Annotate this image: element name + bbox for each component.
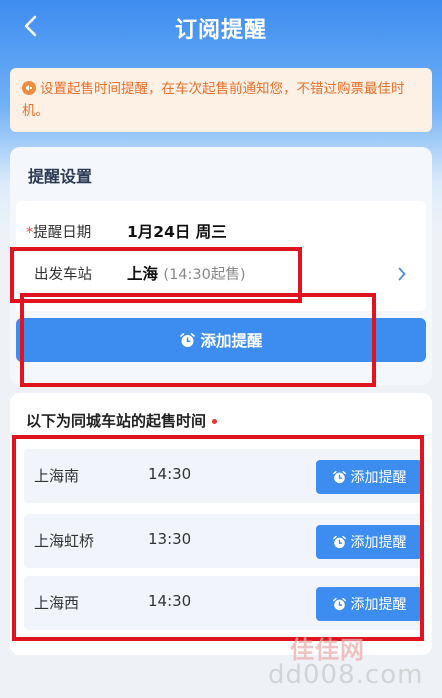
station-name: 上海南 — [34, 467, 80, 485]
station-time: 14:30 — [148, 465, 192, 483]
settings-box: *提醒日期 1月24日 周三 出发车站 上海 (14:30起售) — [16, 201, 426, 311]
add-reminder-button[interactable]: 添加提醒 — [316, 460, 422, 494]
watermark-line2: dd008.com — [268, 660, 424, 690]
same-city-title: 以下为同城车站的起售时间 — [26, 410, 218, 431]
add-reminder-label: 添加提醒 — [350, 470, 407, 486]
red-dot — [212, 419, 218, 424]
watermark: 佳佳网 dd008.com — [262, 630, 438, 692]
add-reminder-label: 添加提醒 — [350, 597, 407, 613]
station-value-wrap[interactable]: 上海 (14:30起售) — [127, 262, 246, 284]
add-reminder-label: 添加提醒 — [200, 332, 263, 350]
megaphone-icon — [22, 81, 36, 95]
station-sale-time: (14:30起售) — [163, 267, 246, 283]
same-city-card: 以下为同城车站的起售时间 上海南 14:30 添加提醒 上海虹桥 13:30 添… — [10, 393, 432, 655]
date-value[interactable]: 1月24日 周三 — [127, 220, 227, 242]
same-city-title-text: 以下为同城车站的起售时间 — [26, 412, 207, 430]
station-name: 上海虹桥 — [34, 532, 95, 550]
add-reminder-button[interactable]: 添加提醒 — [316, 587, 422, 621]
station-name: 上海西 — [34, 594, 80, 612]
station-row: 上海西 14:30 添加提醒 — [24, 576, 422, 630]
station-value: 上海 — [127, 265, 159, 283]
nav-bar: 订阅提醒 — [0, 0, 442, 54]
add-reminder-button[interactable]: 添加提醒 — [316, 525, 422, 559]
reminder-settings-card: 提醒设置 *提醒日期 1月24日 周三 出发车站 上海 (14:30起售) 添加… — [10, 147, 432, 385]
add-reminder-button[interactable]: 添加提醒 — [16, 318, 426, 362]
alarm-clock-icon — [332, 535, 346, 548]
page-title: 订阅提醒 — [174, 18, 267, 43]
alarm-clock-icon — [332, 470, 346, 483]
alarm-clock-icon — [332, 597, 346, 610]
station-row: 上海虹桥 13:30 添加提醒 — [24, 514, 422, 568]
notice-banner: 设置起售时间提醒，在车次起售前通知您，不错过购票最佳时机。 — [10, 68, 432, 132]
add-reminder-label: 添加提醒 — [350, 535, 407, 551]
station-time: 14:30 — [148, 592, 192, 610]
station-row: 上海南 14:30 添加提醒 — [24, 449, 422, 503]
settings-title: 提醒设置 — [28, 167, 93, 186]
chevron-right-icon[interactable] — [398, 267, 406, 281]
station-label: 出发车站 — [34, 267, 92, 283]
alarm-clock-icon — [180, 332, 196, 347]
notice-text: 设置起售时间提醒，在车次起售前通知您，不错过购票最佳时机。 — [22, 81, 405, 119]
date-label-wrap: *提醒日期 — [26, 221, 91, 242]
station-time: 13:30 — [148, 530, 192, 548]
date-label: 提醒日期 — [33, 225, 92, 241]
